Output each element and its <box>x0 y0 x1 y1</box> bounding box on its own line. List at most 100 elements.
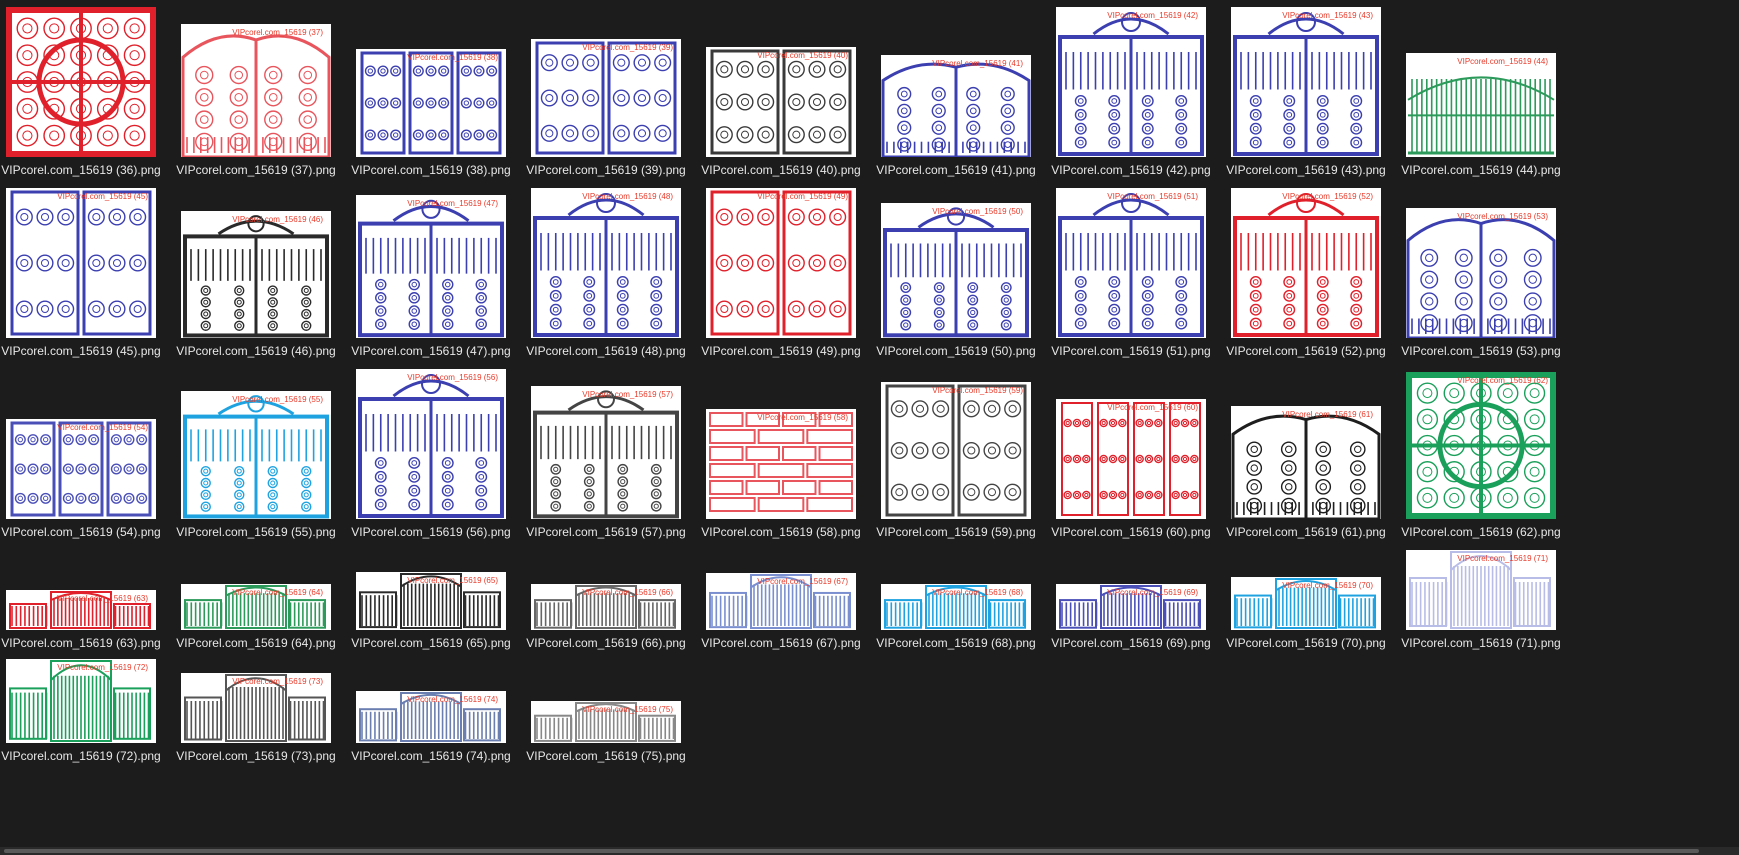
file-name-label: VIPcorel.com_15619 (37).png <box>176 163 336 177</box>
file-tile[interactable]: VIPcorel.com_15619 (45) VIPcorel.com_1561… <box>0 186 172 364</box>
image-thumbnail[interactable]: VIPcorel.com_15619 (61) <box>1231 406 1381 519</box>
file-tile[interactable]: VIPcorel.com_15619 (69) VIPcorel.com_1561… <box>1040 548 1222 656</box>
file-tile[interactable]: VIPcorel.com_15619 (49) VIPcorel.com_1561… <box>690 186 872 364</box>
file-tile[interactable]: VIPcorel.com_15619 (57) VIPcorel.com_1561… <box>515 367 697 545</box>
file-tile[interactable]: VIPcorel.com_15619 (38) VIPcorel.com_1561… <box>340 6 522 183</box>
image-thumbnail[interactable]: VIPcorel.com_15619 (58) <box>706 409 856 519</box>
file-tile[interactable]: VIPcorel.com_15619 (58) VIPcorel.com_1561… <box>690 367 872 545</box>
image-thumbnail[interactable]: VIPcorel.com_15619 (70) <box>1231 577 1381 630</box>
file-tile[interactable]: VIPcorel.com_15619 (46) VIPcorel.com_1561… <box>165 186 347 364</box>
thumbnail-frame: VIPcorel.com_15619 (61) <box>1215 367 1397 519</box>
file-tile[interactable]: VIPcorel.com_15619 (52) VIPcorel.com_1561… <box>1215 186 1397 364</box>
file-tile[interactable]: VIPcorel.com_15619 (64) VIPcorel.com_1561… <box>165 548 347 656</box>
image-thumbnail[interactable]: VIPcorel.com_15619 (39) <box>531 39 681 157</box>
image-thumbnail[interactable]: VIPcorel.com_15619 (38) <box>356 49 506 157</box>
file-name-label: VIPcorel.com_15619 (62).png <box>1401 525 1561 539</box>
horizontal-scrollbar[interactable] <box>0 847 1739 855</box>
image-thumbnail[interactable]: VIPcorel.com_15619 (57) <box>531 386 681 519</box>
file-tile[interactable]: VIPcorel.com_15619 (63) VIPcorel.com_1561… <box>0 548 172 656</box>
file-tile[interactable]: VIPcorel.com_15619 (59) VIPcorel.com_1561… <box>865 367 1047 545</box>
image-thumbnail[interactable]: VIPcorel.com_15619 (72) <box>6 659 156 743</box>
file-tile[interactable]: VIPcorel.com_15619 (40) VIPcorel.com_1561… <box>690 6 872 183</box>
scrollbar-thumb[interactable] <box>4 849 1699 853</box>
file-tile[interactable]: VIPcorel.com_15619 (65) VIPcorel.com_1561… <box>340 548 522 656</box>
image-thumbnail[interactable]: VIPcorel.com_15619 (74) <box>356 691 506 743</box>
file-tile[interactable]: VIPcorel.com_15619 (43) VIPcorel.com_1561… <box>1215 6 1397 183</box>
image-thumbnail[interactable]: VIPcorel.com_15619 (65) <box>356 572 506 630</box>
image-thumbnail[interactable]: VIPcorel.com_15619 (73) <box>181 673 331 743</box>
image-thumbnail[interactable]: VIPcorel.com_15619 (67) <box>706 573 856 630</box>
image-thumbnail[interactable]: VIPcorel.com_15619 (52) <box>1231 188 1381 338</box>
image-thumbnail[interactable]: VIPcorel.com_15619 (64) <box>181 584 331 630</box>
image-thumbnail[interactable]: VIPcorel.com_15619 (44) <box>1406 53 1556 157</box>
file-tile[interactable]: VIPcorel.com_15619 (70) VIPcorel.com_1561… <box>1215 548 1397 656</box>
file-tile[interactable]: VIPcorel.com_15619 (73) VIPcorel.com_1561… <box>165 658 347 769</box>
image-thumbnail[interactable]: VIPcorel.com_15619 (51) <box>1056 188 1206 338</box>
image-thumbnail[interactable]: VIPcorel.com_15619 (37) <box>181 24 331 157</box>
file-name-label: VIPcorel.com_15619 (66).png <box>526 636 686 650</box>
gate-design-image <box>1061 402 1201 516</box>
image-thumbnail[interactable]: VIPcorel.com_15619 (62) <box>1406 372 1556 519</box>
file-tile[interactable]: VIPcorel.com_15619 (42) VIPcorel.com_1561… <box>1040 6 1222 183</box>
image-thumbnail[interactable]: VIPcorel.com_15619 (40) <box>706 47 856 157</box>
file-tile[interactable]: VIPcorel.com_15619 (37) VIPcorel.com_1561… <box>165 6 347 183</box>
file-tile[interactable]: VIPcorel.com_15619 (39) VIPcorel.com_1561… <box>515 6 697 183</box>
image-thumbnail[interactable]: VIPcorel.com_15619 (60) <box>1056 399 1206 519</box>
file-tile[interactable]: VIPcorel.com_15619 (61) VIPcorel.com_1561… <box>1215 367 1397 545</box>
file-tile[interactable]: VIPcorel.com_15619 (60) VIPcorel.com_1561… <box>1040 367 1222 545</box>
file-tile[interactable]: VIPcorel.com_15619 (47) VIPcorel.com_1561… <box>340 186 522 364</box>
image-thumbnail[interactable]: VIPcorel.com_15619 (66) <box>531 584 681 630</box>
thumbnail-frame: VIPcorel.com_15619 (46) <box>165 186 347 338</box>
file-tile[interactable]: VIPcorel.com_15619 (53) VIPcorel.com_1561… <box>1390 186 1572 364</box>
image-thumbnail[interactable]: VIPcorel.com_15619 (75) <box>531 701 681 743</box>
file-tile[interactable]: VIPcorel.com_15619 (56) VIPcorel.com_1561… <box>340 367 522 545</box>
file-tile[interactable]: VIPcorel.com_15619 (62) VIPcorel.com_1561… <box>1390 367 1572 545</box>
file-tile[interactable]: VIPcorel.com_15619 (71) VIPcorel.com_1561… <box>1390 548 1572 656</box>
thumbnail-frame: VIPcorel.com_15619 (63) <box>0 548 172 630</box>
thumbnail-frame: VIPcorel.com_15619 (74) <box>340 658 522 743</box>
file-tile[interactable]: VIPcorel.com_15619 (41) VIPcorel.com_1561… <box>865 6 1047 183</box>
image-thumbnail[interactable]: VIPcorel.com_15619 (50) <box>881 203 1031 338</box>
file-name-label: VIPcorel.com_15619 (64).png <box>176 636 336 650</box>
image-thumbnail[interactable] <box>6 7 156 157</box>
file-tile[interactable]: VIPcorel.com_15619 (44) VIPcorel.com_1561… <box>1390 6 1572 183</box>
image-thumbnail[interactable]: VIPcorel.com_15619 (46) <box>181 211 331 338</box>
file-name-label: VIPcorel.com_15619 (65).png <box>351 636 511 650</box>
image-thumbnail[interactable]: VIPcorel.com_15619 (55) <box>181 391 331 519</box>
watermark-text: VIPcorel.com_15619 (49) <box>757 192 848 201</box>
image-thumbnail[interactable]: VIPcorel.com_15619 (53) <box>1406 208 1556 338</box>
file-tile[interactable]: VIPcorel.com_15619 (50) VIPcorel.com_1561… <box>865 186 1047 364</box>
image-thumbnail[interactable]: VIPcorel.com_15619 (71) <box>1406 550 1556 630</box>
image-thumbnail[interactable]: VIPcorel.com_15619 (69) <box>1056 584 1206 630</box>
file-tile[interactable]: VIPcorel.com_15619 (74) VIPcorel.com_1561… <box>340 658 522 769</box>
file-tile[interactable]: VIPcorel.com_15619 (68) VIPcorel.com_1561… <box>865 548 1047 656</box>
file-tile[interactable]: VIPcorel.com_15619 (51) VIPcorel.com_1561… <box>1040 186 1222 364</box>
image-thumbnail[interactable]: VIPcorel.com_15619 (45) <box>6 188 156 338</box>
image-thumbnail[interactable]: VIPcorel.com_15619 (47) <box>356 195 506 338</box>
watermark-text: VIPcorel.com_15619 (50) <box>932 207 1023 216</box>
image-thumbnail[interactable]: VIPcorel.com_15619 (48) <box>531 188 681 338</box>
file-tile[interactable]: VIPcorel.com_15619 (55) VIPcorel.com_1561… <box>165 367 347 545</box>
image-thumbnail[interactable]: VIPcorel.com_15619 (56) <box>356 369 506 519</box>
file-tile[interactable]: VIPcorel.com_15619 (67) VIPcorel.com_1561… <box>690 548 872 656</box>
watermark-text: VIPcorel.com_15619 (67) <box>757 577 848 586</box>
image-thumbnail[interactable]: VIPcorel.com_15619 (49) <box>706 188 856 338</box>
file-tile[interactable]: VIPcorel.com_15619 (36).png <box>0 6 172 183</box>
image-thumbnail[interactable]: VIPcorel.com_15619 (68) <box>881 584 1031 630</box>
file-tile[interactable]: VIPcorel.com_15619 (75) VIPcorel.com_1561… <box>515 658 697 769</box>
file-tile[interactable]: VIPcorel.com_15619 (48) VIPcorel.com_1561… <box>515 186 697 364</box>
gate-design-image <box>10 421 152 517</box>
image-thumbnail[interactable]: VIPcorel.com_15619 (43) <box>1231 7 1381 157</box>
image-thumbnail[interactable]: VIPcorel.com_15619 (63) <box>6 590 156 630</box>
image-thumbnail[interactable]: VIPcorel.com_15619 (54) <box>6 419 156 519</box>
file-tile[interactable]: VIPcorel.com_15619 (72) VIPcorel.com_1561… <box>0 658 172 769</box>
file-tile[interactable]: VIPcorel.com_15619 (66) VIPcorel.com_1561… <box>515 548 697 656</box>
gate-design-image <box>1233 193 1379 337</box>
file-name-label: VIPcorel.com_15619 (74).png <box>351 749 511 763</box>
file-tile[interactable]: VIPcorel.com_15619 (54) VIPcorel.com_1561… <box>0 367 172 545</box>
image-thumbnail[interactable]: VIPcorel.com_15619 (42) <box>1056 7 1206 157</box>
image-thumbnail[interactable]: VIPcorel.com_15619 (59) <box>881 382 1031 519</box>
image-thumbnail[interactable]: VIPcorel.com_15619 (41) <box>881 55 1031 157</box>
file-name-label: VIPcorel.com_15619 (57).png <box>526 525 686 539</box>
thumbnail-frame: VIPcorel.com_15619 (43) <box>1215 6 1397 157</box>
